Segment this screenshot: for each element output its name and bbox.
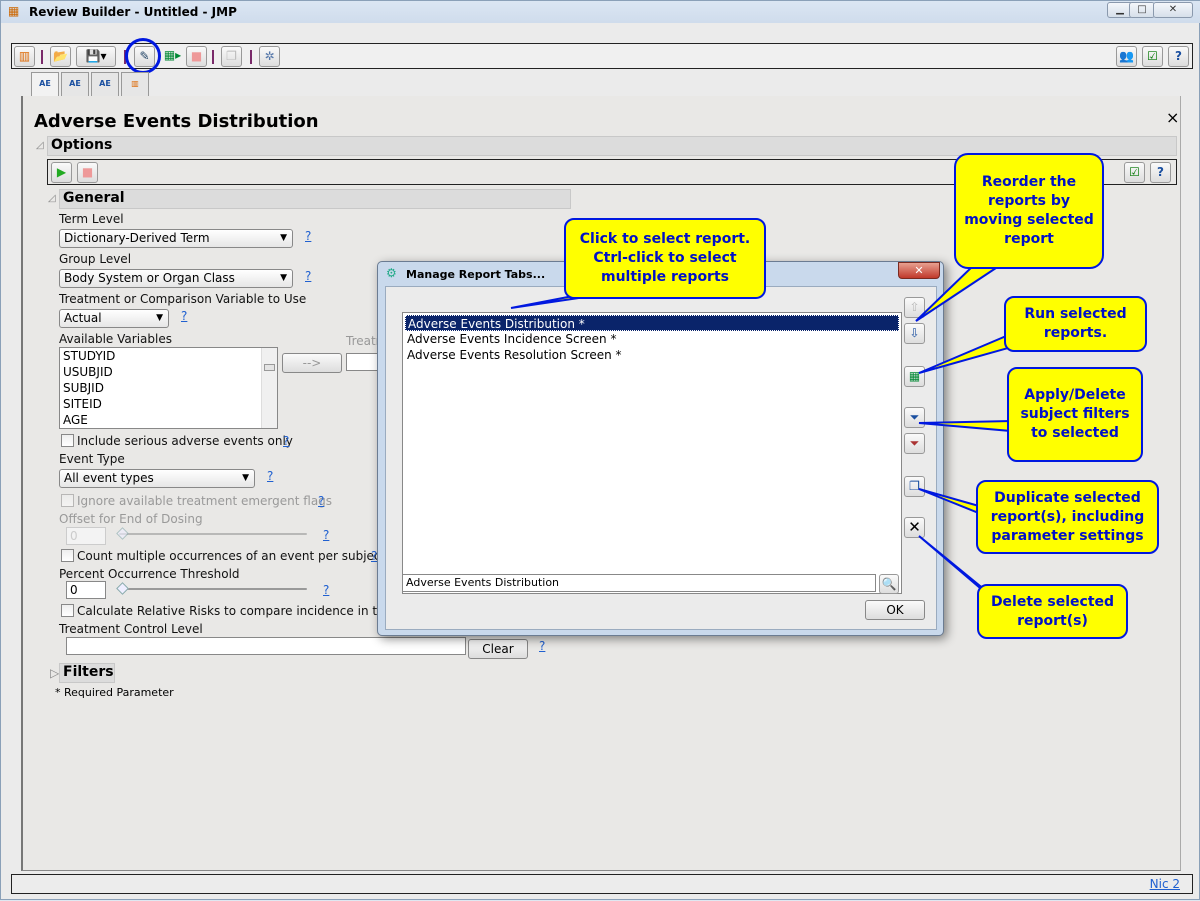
callout-select-report: Click to select report. Ctrl-click to se… — [564, 218, 766, 299]
callout-delete: Delete selected report(s) — [977, 584, 1128, 639]
callout-filters: Apply/Delete subject filters to selected — [1007, 367, 1143, 462]
callout-duplicate: Duplicate selected report(s), including … — [976, 480, 1159, 554]
callout-reorder: Reorder the reports by moving selected r… — [954, 153, 1104, 269]
pointer-filters — [918, 419, 1012, 433]
status-link[interactable]: Nic 2 — [1150, 877, 1180, 891]
pointer-reorder — [915, 261, 1002, 322]
callout-run: Run selected reports. — [1004, 296, 1147, 352]
status-bar: Nic 2 — [11, 874, 1193, 894]
app-window: ▦ Review Builder - Untitled - JMP ▁ □ ✕ … — [0, 0, 1200, 900]
